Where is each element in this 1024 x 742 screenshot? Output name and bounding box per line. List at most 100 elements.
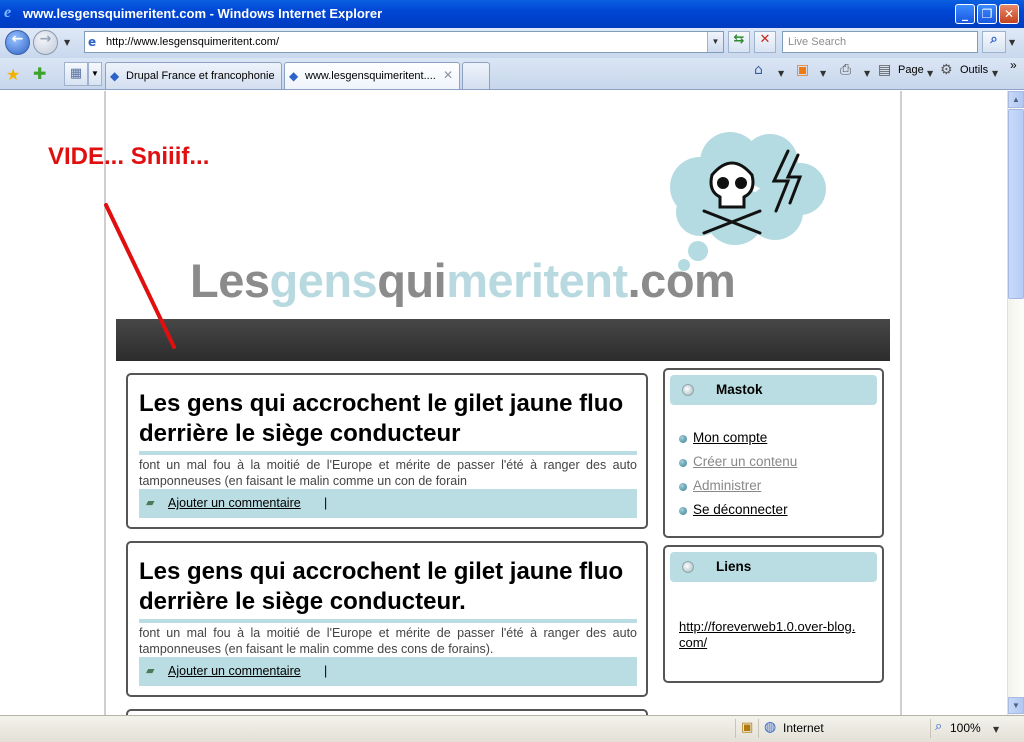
- print-icon[interactable]: ⎙: [840, 62, 851, 78]
- article-title[interactable]: Les gens qui accrochent le gilet jaune f…: [139, 389, 629, 449]
- add-comment-link[interactable]: Ajouter un commentaire: [168, 496, 301, 510]
- scroll-thumb[interactable]: [1008, 109, 1024, 299]
- security-zone-label: Internet: [783, 721, 824, 735]
- add-comment-link[interactable]: Ajouter un commentaire: [168, 664, 301, 678]
- address-dropdown-icon[interactable]: ▼: [707, 32, 723, 52]
- favorites-star-icon[interactable]: ★: [6, 65, 20, 84]
- menu-bullet-icon: [679, 483, 687, 491]
- page-viewport: Lesgensquimeritent.com VIDE... Sniiif...…: [0, 91, 1008, 715]
- chevron-more-icon[interactable]: »: [1010, 58, 1017, 72]
- close-tab-icon[interactable]: ✕: [443, 68, 453, 82]
- comment-add-icon: ▰: [146, 496, 155, 509]
- home-dropdown-icon[interactable]: ▼: [778, 69, 784, 78]
- rss-feed-icon[interactable]: ▣: [796, 62, 809, 78]
- page-border-right: [900, 91, 902, 715]
- links-separator: |: [324, 664, 328, 678]
- page-icon[interactable]: ▤: [878, 62, 891, 78]
- menu-link[interactable]: Créer un contenu: [693, 454, 797, 469]
- article-title[interactable]: Les gens qui accrochent le gilet jaune f…: [139, 557, 629, 617]
- block-title: Mastok: [716, 382, 763, 397]
- block-header: Liens: [670, 552, 877, 582]
- internet-globe-icon: ◍: [764, 719, 777, 735]
- history-dropdown-icon[interactable]: ▼: [64, 38, 70, 47]
- ie-logo-icon: e: [4, 4, 12, 21]
- stop-button[interactable]: ✕: [754, 31, 776, 53]
- menu-bullet-icon: [679, 507, 687, 515]
- menu-bullet-icon: [679, 435, 687, 443]
- annotation-arrow-line: [104, 203, 176, 349]
- vertical-scrollbar[interactable]: ▲ ▼: [1007, 91, 1024, 715]
- home-icon[interactable]: ⌂: [754, 62, 763, 78]
- logo-qui: qui: [377, 254, 447, 307]
- logo-meritent: meritent: [446, 254, 628, 307]
- search-button[interactable]: ⌕: [982, 31, 1006, 53]
- zoom-level[interactable]: 100%: [950, 721, 981, 735]
- refresh-button[interactable]: ⇆: [728, 31, 750, 53]
- tools-gear-icon[interactable]: ⚙: [940, 62, 953, 78]
- menu-link[interactable]: Se déconnecter: [693, 502, 788, 517]
- comment-add-icon: ▰: [146, 664, 155, 677]
- article-node-1: Les gens qui accrochent le gilet jaune f…: [126, 373, 648, 529]
- drupal-favicon-icon: ◆: [289, 69, 299, 83]
- tab-label: Drupal France et francophonie: [126, 70, 275, 82]
- security-lock-icon[interactable]: ▣: [741, 720, 753, 735]
- status-divider: [758, 719, 759, 738]
- search-icon: ⌕: [990, 32, 998, 47]
- title-divider: [139, 619, 637, 623]
- logo-gens: gens: [269, 254, 378, 307]
- scroll-down-arrow-icon[interactable]: ▼: [1008, 697, 1024, 714]
- maximize-button[interactable]: ❐: [977, 4, 997, 24]
- search-box[interactable]: Live Search: [782, 31, 978, 53]
- zoom-dropdown-icon[interactable]: ▼: [993, 725, 999, 734]
- add-favorites-icon[interactable]: ✚: [33, 64, 46, 83]
- external-blog-link[interactable]: http://foreverweb1.0.over-blog.com/: [679, 619, 859, 651]
- address-bar[interactable]: e http://www.lesgensquimeritent.com/ ▼: [84, 31, 724, 53]
- feed-dropdown-icon[interactable]: ▼: [820, 69, 826, 78]
- minimize-button[interactable]: _: [955, 4, 975, 24]
- page-border-left: [104, 91, 106, 715]
- block-header: Mastok: [670, 375, 877, 405]
- tab-label: www.lesgensquimeritent....: [305, 70, 435, 82]
- address-url[interactable]: http://www.lesgensquimeritent.com/: [106, 36, 279, 48]
- new-tab-button[interactable]: [462, 62, 490, 89]
- menu-link[interactable]: Administrer: [693, 478, 761, 493]
- tools-menu[interactable]: Outils: [960, 64, 988, 76]
- close-window-button[interactable]: ✕: [999, 4, 1019, 24]
- stop-icon: ✕: [759, 32, 771, 47]
- block-bullet-icon: [682, 384, 694, 396]
- back-button[interactable]: ←: [5, 30, 30, 55]
- links-block: Liens http://foreverweb1.0.over-blog.com…: [663, 545, 884, 683]
- tools-menu-dropdown-icon[interactable]: ▼: [992, 69, 998, 78]
- article-links-bar: ▰ Ajouter un commentaire |: [139, 489, 637, 518]
- window-title: www.lesgensquimeritent.com - Windows Int…: [23, 6, 383, 21]
- title-bar: e www.lesgensquimeritent.com - Windows I…: [0, 0, 1024, 28]
- print-dropdown-icon[interactable]: ▼: [864, 69, 870, 78]
- logo-com: .com: [627, 254, 736, 307]
- article-node-2: Les gens qui accrochent le gilet jaune f…: [126, 541, 648, 697]
- refresh-icon: ⇆: [733, 32, 745, 47]
- annotation-text: VIDE... Sniiif...: [48, 143, 210, 170]
- menu-bullet-icon: [679, 459, 687, 467]
- page-menu-dropdown-icon[interactable]: ▼: [927, 69, 933, 78]
- tab-lesgensquimeritent[interactable]: ◆ www.lesgensquimeritent.... ✕: [284, 62, 460, 89]
- block-bullet-icon: [682, 561, 694, 573]
- site-logo[interactable]: Lesgensquimeritent.com: [190, 253, 736, 308]
- navigation-bar: ← → ▼ e http://www.lesgensquimeritent.co…: [0, 28, 1024, 58]
- scroll-up-arrow-icon[interactable]: ▲: [1008, 91, 1024, 108]
- block-title: Liens: [716, 559, 752, 574]
- tab-drupal-france[interactable]: ◆ Drupal France et francophonie: [105, 62, 282, 89]
- search-options-icon[interactable]: ▼: [1009, 38, 1015, 47]
- page-menu[interactable]: Page: [898, 64, 924, 76]
- primary-links-bar: [116, 319, 890, 361]
- tab-list-dropdown[interactable]: ▼: [88, 62, 102, 86]
- back-arrow-icon: ←: [11, 31, 24, 47]
- menu-link[interactable]: Mon compte: [693, 430, 767, 445]
- search-placeholder[interactable]: Live Search: [788, 36, 846, 48]
- tab-bar: ★ ✚ ▦ ▼ ◆ Drupal France et francophonie …: [0, 58, 1024, 90]
- forward-button[interactable]: →: [33, 30, 58, 55]
- zoom-magnifier-icon[interactable]: ⌕: [935, 719, 942, 734]
- status-bar: ▣ ◍ Internet ⌕ 100% ▼: [0, 715, 1024, 742]
- drupal-favicon-icon: ◆: [110, 69, 120, 83]
- links-separator: |: [324, 496, 328, 510]
- quick-tabs-button[interactable]: ▦: [64, 62, 88, 86]
